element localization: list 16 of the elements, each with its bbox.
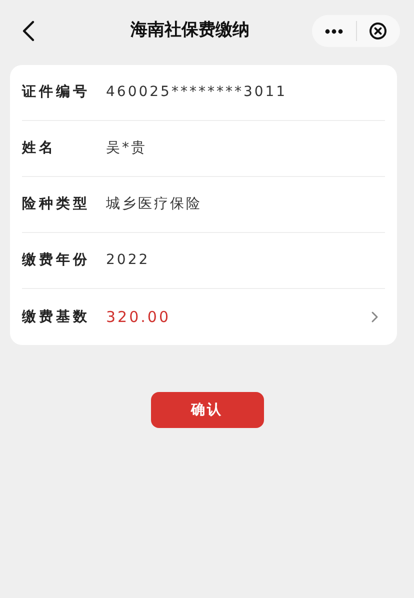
chevron-right-icon[interactable] (371, 311, 379, 323)
field-label: 缴费基数 (22, 308, 91, 326)
field-value: 2022 (106, 251, 151, 270)
back-icon (21, 20, 35, 42)
more-icon (324, 28, 343, 34)
field-value: 城乡医疗保险 (106, 195, 203, 214)
field-label: 证件编号 (22, 83, 91, 102)
page-title: 海南社保费缴纳 (130, 19, 250, 42)
field-value: 460025********3011 (106, 83, 288, 102)
confirm-button[interactable]: 确认 (150, 392, 264, 428)
field-value: 吴*贵 (106, 139, 148, 158)
field-value[interactable]: 320.00 (106, 306, 371, 328)
close-icon (369, 22, 388, 40)
field-label: 险种类型 (22, 195, 91, 214)
field-label: 姓名 (22, 139, 57, 158)
field-label: 缴费年份 (22, 251, 91, 270)
